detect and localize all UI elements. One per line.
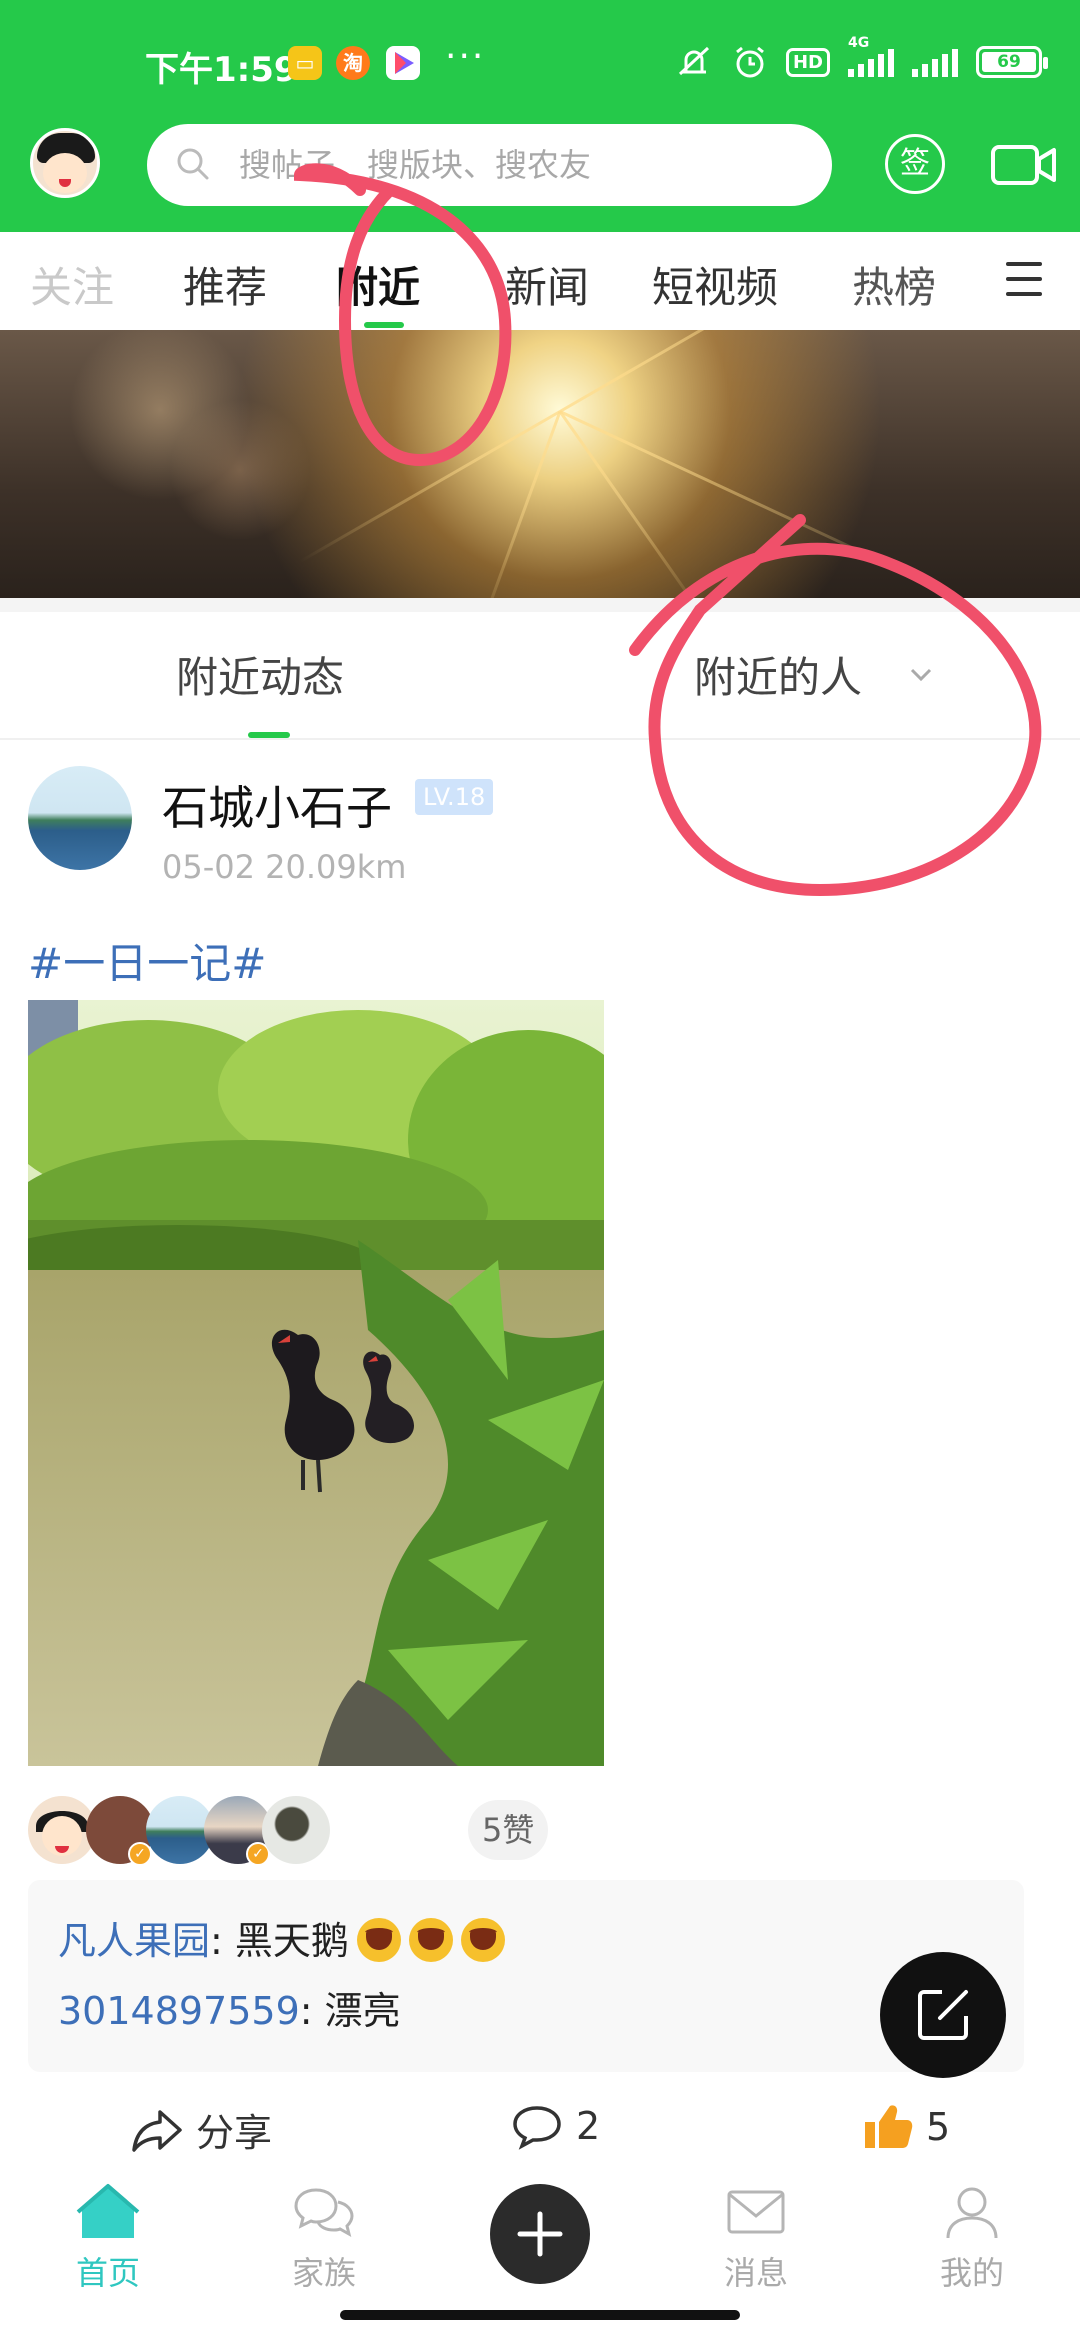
like-button[interactable]: 5 [862,2102,950,2152]
share-icon [132,2109,182,2152]
battery-icon: 69 [976,46,1048,78]
signal-icon [912,47,958,77]
more-notifications-icon: ··· [445,36,486,77]
home-indicator [340,2310,740,2320]
comment-user[interactable]: 凡人果园 [58,1919,210,1963]
verified-badge-icon: ✓ [128,1842,152,1866]
post-username[interactable]: 石城小石子 [162,772,392,838]
post-topic-link[interactable]: #一日一记# [28,930,266,991]
post-author-avatar[interactable] [28,766,132,870]
alarm-icon [736,46,764,78]
tab-nearby-posts[interactable]: 附近动态 [176,644,344,705]
section-divider [0,598,1080,612]
comment-row[interactable]: 凡人果园: 黑天鹅 [58,1910,505,1965]
tab-nearby-people[interactable]: 附近的人 [694,644,862,705]
mute-icon [678,46,710,76]
battery-level: 69 [982,52,1036,72]
app-header: 下午1:59 ▭ 淘 ··· HD 4G 69 签 [0,0,1080,232]
tab-news[interactable]: 新闻 [505,254,589,315]
laughing-emoji-icon [408,1918,453,1962]
tab-follow[interactable]: 关注 [30,254,114,315]
user-icon [946,2187,998,2239]
nav-family[interactable]: 家族 [254,2182,394,2294]
video-camera-icon[interactable] [990,142,1058,188]
nav-home[interactable]: 首页 [38,2182,178,2294]
liker-avatar[interactable] [262,1796,330,1864]
comment-text: 漂亮 [324,1989,401,2033]
network-type: 4G [848,35,870,51]
search-input[interactable] [239,124,799,206]
menu-icon[interactable] [1006,262,1042,298]
sign-in-button[interactable]: 签 [885,134,945,194]
search-bar[interactable] [147,124,832,206]
nav-messages-label: 消息 [723,2254,788,2292]
likes-count-pill[interactable]: 5赞 [468,1800,549,1860]
comment-text: 黑天鹅 [234,1919,349,1963]
chevron-down-icon[interactable] [908,664,934,684]
play-icon [386,46,420,80]
category-tabs: 关注 推荐 附近 新闻 短视频 热榜 [0,232,1080,330]
nearby-banner[interactable] [0,330,1080,598]
nav-family-label: 家族 [291,2254,356,2292]
comment-row[interactable]: 3014897559: 漂亮 [58,1980,401,2035]
nav-me-label: 我的 [939,2254,1004,2292]
search-icon [177,148,209,180]
chat-bubbles-icon [294,2188,354,2237]
active-tab-indicator [364,322,404,328]
like-count: 5 [926,2105,951,2149]
laughing-emoji-icon [356,1918,401,1962]
comment-separator: : [210,1919,235,1963]
edit-icon [918,1990,968,2040]
tab-recommend[interactable]: 推荐 [183,254,267,315]
message-icon: ▭ [288,46,322,80]
divider [0,738,1080,740]
tab-short-video[interactable]: 短视频 [652,254,778,315]
nav-me[interactable]: 我的 [902,2182,1042,2294]
home-icon [76,2184,140,2238]
status-time: 下午1:59 [145,50,298,90]
comment-button[interactable]: 2 [510,2102,600,2150]
compose-post-button[interactable] [880,1952,1006,2078]
comment-user[interactable]: 3014897559 [58,1989,300,2033]
tab-hot-list[interactable]: 热榜 [852,254,936,315]
comment-icon [513,2106,561,2150]
comment-count: 2 [576,2104,601,2148]
comment-separator: : [299,1989,325,2033]
plus-icon [517,2211,563,2257]
laughing-emoji-icon [460,1918,505,1962]
tab-nearby[interactable]: 附近 [336,254,420,315]
thumbs-up-icon [865,2105,913,2148]
status-icons: HD 4G 69 [674,35,1048,82]
signal-4g-icon: 4G [848,35,894,77]
add-post-button[interactable] [490,2184,590,2284]
taobao-icon: 淘 [336,46,370,80]
post-action-bar: 分享 2 5 [0,2090,1080,2170]
share-button[interactable]: 分享 [130,2102,272,2157]
status-bar: 下午1:59 ▭ 淘 ··· HD 4G 69 [0,0,1080,110]
avatar[interactable] [30,128,100,198]
share-label: 分享 [196,2111,273,2155]
post-photo[interactable] [28,1000,604,1766]
nav-home-label: 首页 [75,2254,140,2292]
hd-icon: HD [785,47,830,77]
post-meta: 05-02 20.09km [162,848,407,886]
mail-icon [727,2190,785,2234]
level-badge: LV.18 [415,779,494,815]
nav-messages[interactable]: 消息 [686,2182,826,2294]
comments-box: 凡人果园: 黑天鹅 3014897559: 漂亮 [28,1880,1024,2072]
